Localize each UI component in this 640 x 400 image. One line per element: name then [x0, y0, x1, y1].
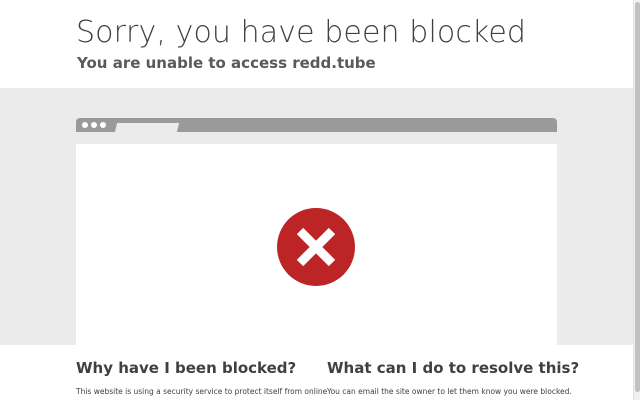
browser-window-illustration: [76, 144, 557, 350]
vertical-scrollbar[interactable]: [633, 0, 640, 400]
explanation-section: Why have I been blocked? This website is…: [0, 345, 633, 400]
browser-bar-illustration: [76, 118, 557, 132]
resolve-heading: What can I do to resolve this?: [327, 359, 580, 377]
resolve-text: You can email the site owner to let them…: [327, 387, 572, 396]
window-dot-icon: [100, 122, 106, 128]
why-blocked-heading: Why have I been blocked?: [76, 359, 297, 377]
page-title: Sorry, you have been blocked: [76, 15, 527, 50]
header: Sorry, you have been blocked You are una…: [0, 0, 633, 88]
why-blocked-text: This website is using a security service…: [76, 387, 328, 396]
page: Sorry, you have been blocked You are una…: [0, 0, 640, 400]
scrollbar-thumb[interactable]: [635, 2, 640, 392]
error-x-icon: [277, 208, 355, 286]
browser-tab-illustration: [114, 123, 180, 132]
window-dot-icon: [82, 122, 88, 128]
page-subtitle: You are unable to access redd.tube: [77, 54, 376, 72]
window-dot-icon: [91, 122, 97, 128]
